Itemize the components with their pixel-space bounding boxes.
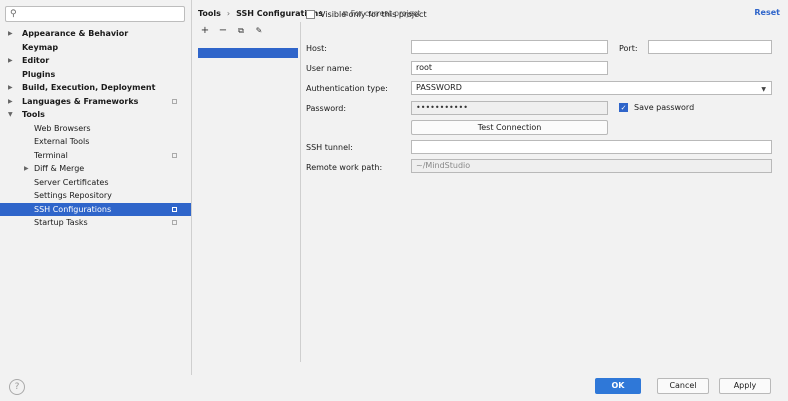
save-password-label: Save password [634,103,695,112]
port-field[interactable] [648,40,772,54]
project-scope-icon [172,98,177,104]
project-scope-icon [172,220,177,225]
sidebar-item[interactable]: External Tools [0,135,191,149]
sidebar-item-label: Terminal [34,150,68,160]
add-icon[interactable]: + [198,25,212,37]
settings-content: Tools › SSH Configurations ⧉ For current pr… [192,0,788,375]
sidebar-item-label: SSH Configurations [34,204,112,214]
ssh-tunnel-field[interactable] [411,140,772,154]
reset-link[interactable]: Reset [754,8,780,17]
chevron-down-icon[interactable]: ▼ [8,108,13,122]
sidebar-item[interactable]: ▶ Appearance & Behavior [0,27,191,41]
host-label: Host: [306,44,327,53]
dialog-footer: ? OK Cancel Apply [0,375,788,401]
breadcrumb-separator: › [226,9,231,18]
port-label: Port: [619,44,638,53]
username-field[interactable]: root [411,61,608,75]
password-label: Password: [306,104,347,113]
visible-only-checkbox[interactable] [306,10,315,19]
sidebar-item-label: Server Certificates [34,177,109,187]
sidebar-item-label: External Tools [34,137,90,146]
auth-type-label: Authentication type: [306,84,388,93]
host-field[interactable] [411,40,608,54]
copy-icon[interactable]: ⧉ [234,25,248,37]
sidebar-item-label: Startup Tasks [34,218,88,227]
sidebar-item[interactable]: ▶ Build, Execution, Deployment [0,81,191,95]
ssh-config-list: + − ⧉ ✎ [196,22,301,362]
project-scope-icon [172,152,177,158]
chevron-right-icon[interactable]: ▶ [8,54,13,68]
remote-path-label: Remote work path: [306,163,383,172]
edit-icon[interactable]: ✎ [252,25,266,37]
sidebar-item-label: Tools [22,110,45,119]
sidebar-item[interactable]: Web Browsers [0,122,191,136]
settings-sidebar: ⚲ ▶ Appearance & Behavior Keymap ▶ Editor Plu… [0,0,192,375]
chevron-right-icon[interactable]: ▶ [8,95,13,109]
sidebar-item[interactable]: ▶ Editor [0,54,191,68]
apply-button[interactable]: Apply [719,378,771,394]
sidebar-item[interactable]: SSH Configurations [0,202,191,216]
save-password-checkbox[interactable]: ✓ [619,103,628,112]
sidebar-item[interactable]: Startup Tasks [0,216,191,230]
sidebar-item-label: Settings Repository [34,191,112,200]
sidebar-item[interactable]: ▶ Languages & Frameworks [0,95,191,109]
sidebar-item[interactable]: ▼ Tools [0,108,191,122]
password-field[interactable]: ••••••••••• [411,101,608,115]
sidebar-item[interactable]: ▶ Diff & Merge [0,162,191,176]
cancel-button[interactable]: Cancel [657,378,709,394]
sidebar-item[interactable]: Settings Repository [0,189,191,203]
breadcrumb-parent: Tools [198,9,221,18]
sidebar-item-label: Build, Execution, Deployment [22,83,156,92]
ssh-config-list-item-selected[interactable] [198,48,298,58]
ssh-tunnel-label: SSH tunnel: [306,143,353,152]
project-scope-icon [172,206,177,212]
sidebar-item-label: Languages & Frameworks [22,96,139,106]
chevron-right-icon[interactable]: ▶ [8,81,13,95]
chevron-down-icon: ▼ [761,86,766,93]
settings-dialog: ⚲ ▶ Appearance & Behavior Keymap ▶ Editor Plu… [0,0,788,401]
sidebar-item[interactable]: Plugins [0,68,191,82]
remove-icon[interactable]: − [216,25,230,37]
auth-type-value: PASSWORD [416,83,462,92]
sidebar-item[interactable]: Keymap [0,41,191,55]
chevron-right-icon[interactable]: ▶ [8,27,13,41]
sidebar-item[interactable]: Terminal [0,149,191,163]
test-connection-button[interactable]: Test Connection [411,120,608,135]
sidebar-item-label: Diff & Merge [34,164,85,173]
auth-type-select[interactable]: PASSWORD ▼ [411,81,772,95]
settings-tree: ▶ Appearance & Behavior Keymap ▶ Editor Plugi… [0,27,191,230]
ok-button[interactable]: OK [595,378,641,394]
sidebar-item-label: Keymap [22,42,59,52]
username-label: User name: [306,64,353,73]
settings-search-input[interactable]: ⚲ [5,6,185,22]
sidebar-item-label: Editor [22,56,50,65]
remote-path-field[interactable]: ~/MindStudio [411,159,772,173]
help-icon[interactable]: ? [9,379,25,395]
sidebar-item-label: Plugins [22,69,56,79]
sidebar-item-label: Appearance & Behavior [22,29,129,38]
sidebar-item[interactable]: Server Certificates [0,176,191,190]
visible-only-label: Visible only for this project [320,10,427,19]
sidebar-item-label: Web Browsers [34,123,91,133]
search-icon: ⚲ [10,9,17,19]
chevron-right-icon[interactable]: ▶ [24,162,29,176]
